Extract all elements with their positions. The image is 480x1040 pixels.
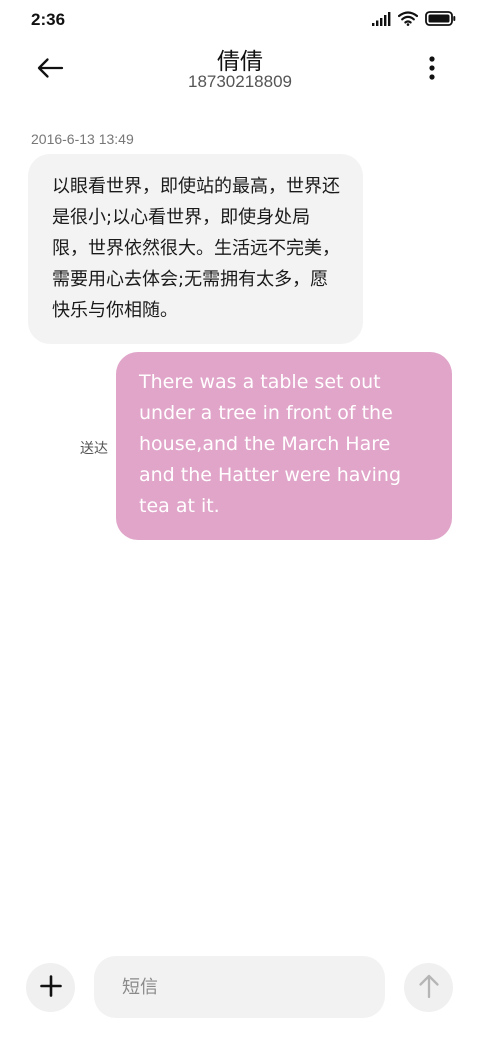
add-attachment-button[interactable] — [26, 963, 75, 1012]
incoming-message-bubble[interactable]: 以眼看世界，即使站的最高，世界还是很小;以心看世界，即使身处局限，世界依然很大。… — [28, 154, 363, 344]
contact-name: 倩倩 — [217, 49, 263, 75]
outgoing-message-bubble[interactable]: There was a table set out under a tree i… — [116, 352, 452, 540]
wifi-icon — [397, 11, 419, 30]
message-input[interactable] — [94, 956, 385, 1018]
battery-icon — [425, 11, 456, 30]
incoming-message-text: 以眼看世界，即使站的最高，世界还是很小;以心看世界，即使身处局限，世界依然很大。… — [52, 176, 340, 321]
status-time: 2:36 — [31, 10, 66, 29]
more-vertical-icon — [429, 56, 435, 84]
plus-icon — [39, 974, 62, 1001]
status-bar: 2:36 — [0, 0, 480, 40]
more-options-button[interactable] — [420, 52, 444, 88]
status-icons — [372, 11, 456, 30]
message-timestamp: 2016-6-13 13:49 — [31, 131, 134, 147]
outgoing-message-text: There was a table set out under a tree i… — [139, 371, 402, 517]
contact-phone-number: 18730218809 — [187, 72, 292, 91]
signal-icon — [372, 11, 391, 30]
arrow-up-icon — [418, 973, 440, 1003]
send-button[interactable] — [404, 963, 453, 1012]
delivery-status: 送达 — [80, 441, 108, 457]
